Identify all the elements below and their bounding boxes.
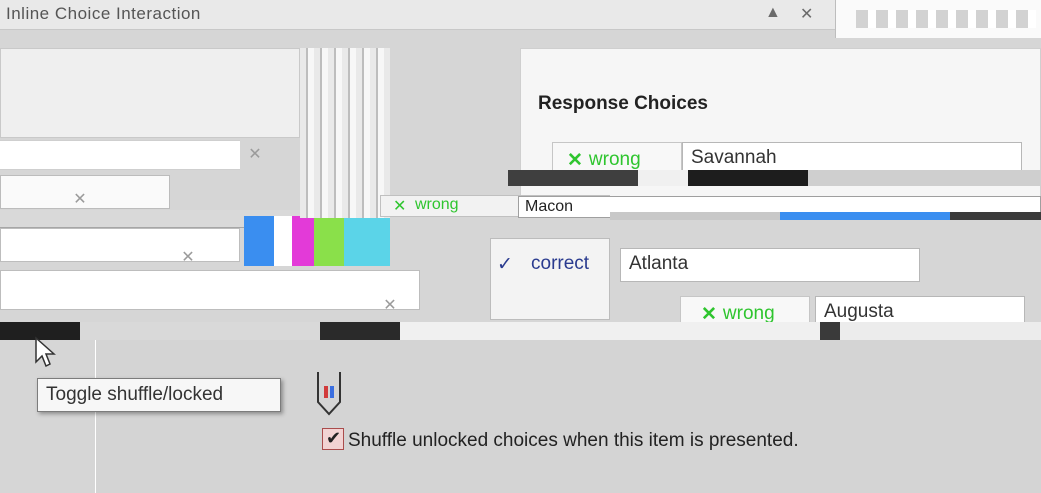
remove-choice-2-icon[interactable]: ✕ <box>70 190 90 210</box>
shuffle-label: Shuffle unlocked choices when this item … <box>348 430 799 451</box>
remove-choice-1-icon[interactable]: ✕ <box>245 145 265 165</box>
wrong-icon: ✕ <box>567 149 583 171</box>
response-choices-heading: Response Choices <box>538 93 708 114</box>
minimize-icon[interactable]: ▲ <box>765 4 781 22</box>
cursor-icon <box>35 336 56 368</box>
choice-value-3[interactable]: Atlanta <box>620 248 920 282</box>
remove-choice-4-icon[interactable]: ✕ <box>380 296 400 316</box>
window-title: Inline Choice Interaction <box>6 4 201 23</box>
shuffle-checkbox[interactable]: ✔ <box>322 428 344 450</box>
color-toggle-strip <box>244 216 390 266</box>
input-row-4[interactable] <box>0 270 420 310</box>
wrong-icon: ✕ <box>393 198 407 215</box>
remove-choice-3-icon[interactable]: ✕ <box>178 248 198 268</box>
bottom-band <box>0 322 1041 340</box>
right-toolbar-strip <box>835 0 1041 38</box>
window-titlebar: Inline Choice Interaction ▲ ✕ <box>0 0 835 30</box>
input-row-1[interactable] <box>0 140 240 170</box>
check-icon: ✔ <box>326 428 342 448</box>
correct-icon: ✓ <box>497 254 513 275</box>
toolbar-decor <box>856 10 1036 28</box>
choice-status-3[interactable]: ✓ correct <box>490 238 610 320</box>
left-panel <box>0 48 300 138</box>
shuffle-lock-toggle-icon[interactable] <box>312 368 346 420</box>
vertical-separator <box>300 48 390 218</box>
toggle-shuffle-tooltip: Toggle shuffle/locked <box>37 378 281 412</box>
input-row-3[interactable] <box>0 228 240 262</box>
choice-status-label-3: correct <box>531 253 590 274</box>
close-icon[interactable]: ✕ <box>800 4 813 24</box>
choice-status-label-1: wrong <box>588 149 641 170</box>
band-strip-1 <box>508 170 1041 186</box>
lower-workspace <box>95 340 1041 493</box>
choice-status-label-2: wrong <box>415 196 459 213</box>
band-strip-2 <box>610 212 1041 220</box>
